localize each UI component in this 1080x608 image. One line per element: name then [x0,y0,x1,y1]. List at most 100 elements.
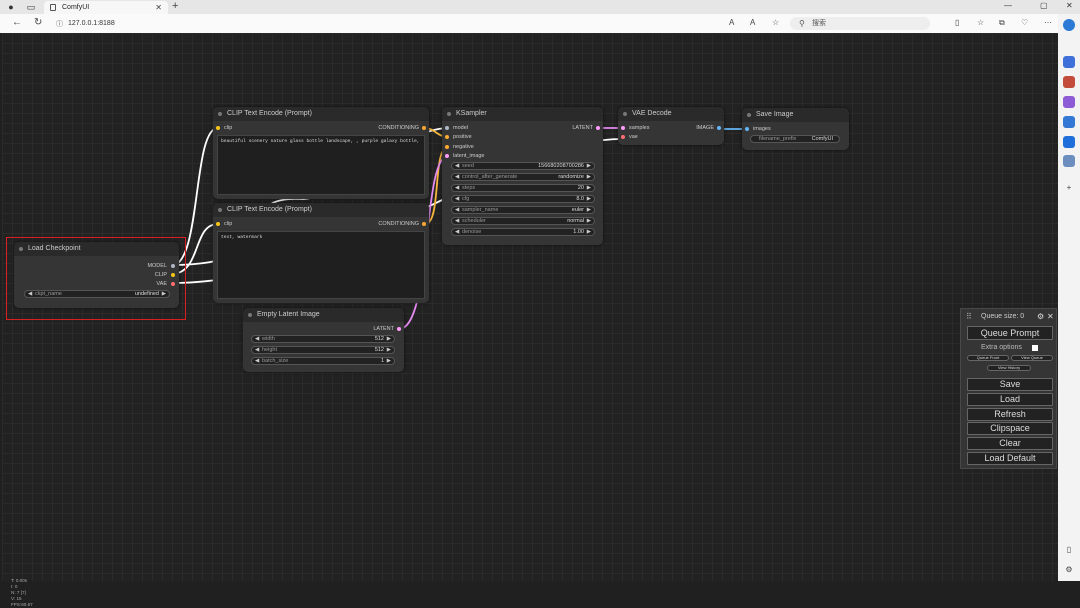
node-title[interactable]: KSampler [442,107,603,121]
input-clip-socket[interactable] [216,222,220,226]
shopping-icon[interactable] [1063,56,1075,68]
output-image-socket[interactable] [717,126,721,130]
translate-icon[interactable]: A [750,18,755,27]
extensions-icon[interactable]: ♡ [1021,18,1028,27]
comfy-menu-panel: ⠿ Queue size: 0 ⚙ ✕ Queue Prompt Extra o… [960,308,1057,469]
node-clip-text-encode-negative[interactable]: CLIP Text Encode (Prompt) clip CONDITION… [213,203,429,303]
output-conditioning-socket[interactable] [422,222,426,226]
node-vae-decode[interactable]: VAE Decode samples vae IMAGE [618,107,724,145]
widget-label: scheduler [462,218,486,224]
queue-size-label: Queue size: 0 [981,313,1025,320]
output-latent-socket[interactable] [397,327,401,331]
profile-icon[interactable]: ● [4,1,18,13]
favorite-icon[interactable]: ☆ [772,18,779,27]
clipspace-button[interactable]: Clipspace [967,422,1053,435]
collections-icon[interactable]: ⧉ [999,18,1005,28]
drag-handle-icon[interactable]: ⠿ [966,312,972,321]
widget-value: 512 [374,336,384,342]
node-title[interactable]: Empty Latent Image [243,308,404,322]
sampler-name-widget[interactable]: ◀ sampler_name euler ▶ [451,206,595,214]
cfg-widget[interactable]: ◀ cfg 8.0 ▶ [451,195,595,203]
collapse-dot[interactable] [218,112,222,116]
node-title[interactable]: CLIP Text Encode (Prompt) [213,107,429,121]
output-conditioning-socket[interactable] [422,126,426,130]
input-positive: positive [453,134,472,140]
page-icon [50,4,56,11]
save-button[interactable]: Save [967,378,1053,391]
view-queue-button[interactable]: View Queue [1011,355,1053,361]
split-screen-icon[interactable]: ▯ [955,18,959,27]
close-window-icon[interactable]: ✕ [1066,1,1073,10]
node-title[interactable]: VAE Decode [618,107,724,121]
maximize-icon[interactable]: ▢ [1040,1,1048,10]
input-images-socket[interactable] [745,127,749,131]
collapse-dot[interactable] [623,112,627,116]
search-field[interactable]: ⚲ 搜索 [790,17,930,30]
height-widget[interactable]: ◀ height 512 ▶ [251,346,395,354]
back-icon[interactable]: ← [12,17,22,28]
microsoft365-icon[interactable] [1063,116,1075,128]
output-latent-socket[interactable] [596,126,600,130]
minimize-icon[interactable]: — [1004,1,1012,10]
favorites-icon[interactable]: ☆ [977,18,984,27]
widget-label: width [262,336,275,342]
prompt-textarea[interactable]: text, watermark [217,231,425,299]
load-default-button[interactable]: Load Default [967,452,1053,465]
width-widget[interactable]: ◀ width 512 ▶ [251,335,395,343]
input-vae-socket[interactable] [621,135,625,139]
drop-icon[interactable] [1063,155,1075,167]
input-model-socket[interactable] [445,126,449,130]
input-positive-socket[interactable] [445,135,449,139]
widget-value: ComfyUI [811,136,833,142]
tab-actions-icon[interactable]: ▭ [24,1,38,13]
widget-label: control_after_generate [462,174,518,180]
tab-comfyui[interactable]: ComfyUI ✕ [44,1,168,14]
input-clip-socket[interactable] [216,126,220,130]
collapse-dot[interactable] [218,208,222,212]
collapse-dot[interactable] [747,113,751,117]
sidebar-toggle-icon[interactable]: ▯ [1063,544,1075,556]
close-icon[interactable]: ✕ [1047,312,1054,321]
close-tab-icon[interactable]: ✕ [155,1,162,14]
clear-button[interactable]: Clear [967,437,1053,450]
control-after-generate-widget[interactable]: ◀ control_after_generate randomize ▶ [451,173,595,181]
extra-options-checkbox[interactable] [1032,345,1038,351]
input-latent-socket[interactable] [445,154,449,158]
new-tab-button[interactable]: + [172,0,178,12]
queue-prompt-button[interactable]: Queue Prompt [967,326,1053,340]
reload-icon[interactable]: ↻ [34,17,42,28]
batch-size-widget[interactable]: ◀ batch_size 1 ▶ [251,357,395,365]
node-title[interactable]: Save Image [742,108,849,122]
games-icon[interactable] [1063,96,1075,108]
filename-prefix-widget[interactable]: filename_prefix ComfyUI [750,135,840,143]
view-history-button[interactable]: View History [987,365,1031,371]
collapse-dot[interactable] [248,313,252,317]
collapse-dot[interactable] [447,112,451,116]
refresh-button[interactable]: Refresh [967,408,1053,421]
settings-gear-icon[interactable]: ⚙ [1063,564,1075,576]
seed-widget[interactable]: ◀ seed 156680208700286 ▶ [451,162,595,170]
add-sidebar-icon[interactable]: + [1063,182,1075,194]
read-aloud-icon[interactable]: A [729,18,734,27]
prompt-textarea[interactable]: beautiful scenery nature glass bottle la… [217,135,425,195]
node-title[interactable]: CLIP Text Encode (Prompt) [213,203,429,217]
node-save-image[interactable]: Save Image images filename_prefix ComfyUI [742,108,849,150]
input-negative-socket[interactable] [445,145,449,149]
scheduler-widget[interactable]: ◀ scheduler normal ▶ [451,217,595,225]
input-samples-socket[interactable] [621,126,625,130]
more-icon[interactable]: ⋯ [1044,18,1052,27]
info-icon[interactable]: ⓘ [56,19,63,29]
url-field[interactable]: 127.0.0.1:8188 [68,17,115,30]
widget-value: 156680208700286 [538,163,584,169]
copilot-icon[interactable] [1063,19,1075,31]
outlook-icon[interactable] [1063,136,1075,148]
queue-front-button[interactable]: Queue Front [967,355,1009,361]
node-ksampler[interactable]: KSampler model positive negative latent_… [442,107,603,245]
load-button[interactable]: Load [967,393,1053,406]
steps-widget[interactable]: ◀ steps 20 ▶ [451,184,595,192]
denoise-widget[interactable]: ◀ denoise 1.00 ▶ [451,228,595,236]
node-empty-latent-image[interactable]: Empty Latent Image LATENT ◀ width 512 ▶ ◀ he… [243,308,404,372]
node-clip-text-encode-positive[interactable]: CLIP Text Encode (Prompt) clip CONDITION… [213,107,429,199]
tools-icon[interactable] [1063,76,1075,88]
settings-gear-icon[interactable]: ⚙ [1037,312,1044,321]
